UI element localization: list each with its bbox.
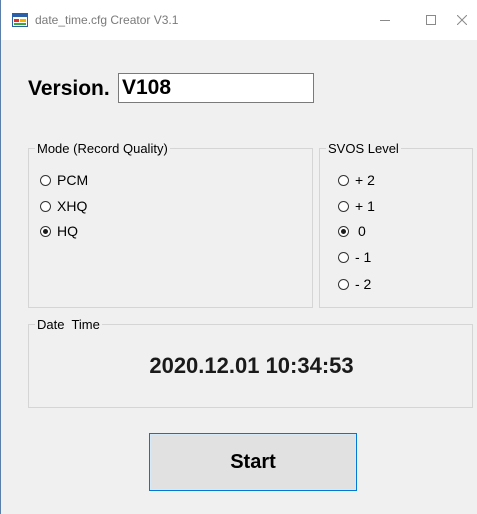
maximize-icon: [426, 15, 436, 25]
radio-label: HQ: [57, 223, 78, 239]
radio-unchecked-icon: [338, 174, 349, 186]
radio-unchecked-icon: [338, 251, 349, 263]
radio-label: 0: [358, 223, 366, 239]
mode-groupbox: Mode (Record Quality) PCM XHQ HQ: [28, 141, 313, 308]
close-icon: [457, 15, 467, 25]
radio-unchecked-icon: [40, 200, 51, 212]
mode-radio-xhq[interactable]: XHQ: [40, 198, 87, 214]
radio-label: PCM: [57, 172, 89, 188]
svos-radio-minus-1[interactable]: - 1: [338, 249, 371, 265]
radio-label: - 2: [355, 276, 372, 292]
window-title: date_time.cfg Creator V3.1: [35, 13, 179, 27]
svos-radio-plus-2[interactable]: + 2: [338, 172, 375, 188]
version-label: Version.: [28, 77, 110, 100]
radio-checked-icon: [40, 225, 51, 237]
mode-group-caption: Mode (Record Quality): [35, 141, 170, 156]
app-window-icon: [12, 13, 28, 27]
datetime-value: 2020.12.01 10:34:53: [149, 353, 354, 378]
radio-checked-icon: [338, 225, 349, 237]
minimize-icon: [380, 15, 390, 25]
radio-label: - 1: [355, 249, 372, 265]
minimize-button[interactable]: [362, 0, 408, 40]
svos-groupbox: SVOS Level + 2 + 1 0 - 1 - 2: [319, 141, 473, 308]
datetime-group-caption: Date Time: [35, 317, 102, 332]
svos-group-caption: SVOS Level: [326, 141, 401, 156]
svos-radio-0[interactable]: 0: [338, 223, 366, 239]
radio-label: + 2: [355, 172, 375, 188]
svos-radio-plus-1[interactable]: + 1: [338, 198, 375, 214]
svos-radio-minus-2[interactable]: - 2: [338, 276, 371, 292]
version-input[interactable]: [118, 73, 314, 103]
datetime-groupbox: Date Time 2020.12.01 10:34:53: [28, 317, 473, 408]
mode-radio-hq[interactable]: HQ: [40, 223, 78, 239]
title-bar[interactable]: date_time.cfg Creator V3.1: [1, 0, 477, 40]
app-window: date_time.cfg Creator V3.1 Version. Mode…: [0, 0, 477, 514]
radio-label: + 1: [355, 198, 375, 214]
radio-unchecked-icon: [338, 200, 349, 212]
mode-radio-pcm[interactable]: PCM: [40, 172, 88, 188]
radio-label: XHQ: [57, 198, 88, 214]
radio-unchecked-icon: [338, 278, 349, 290]
start-button[interactable]: Start: [149, 433, 357, 491]
close-button[interactable]: [446, 0, 477, 40]
radio-unchecked-icon: [40, 174, 51, 186]
